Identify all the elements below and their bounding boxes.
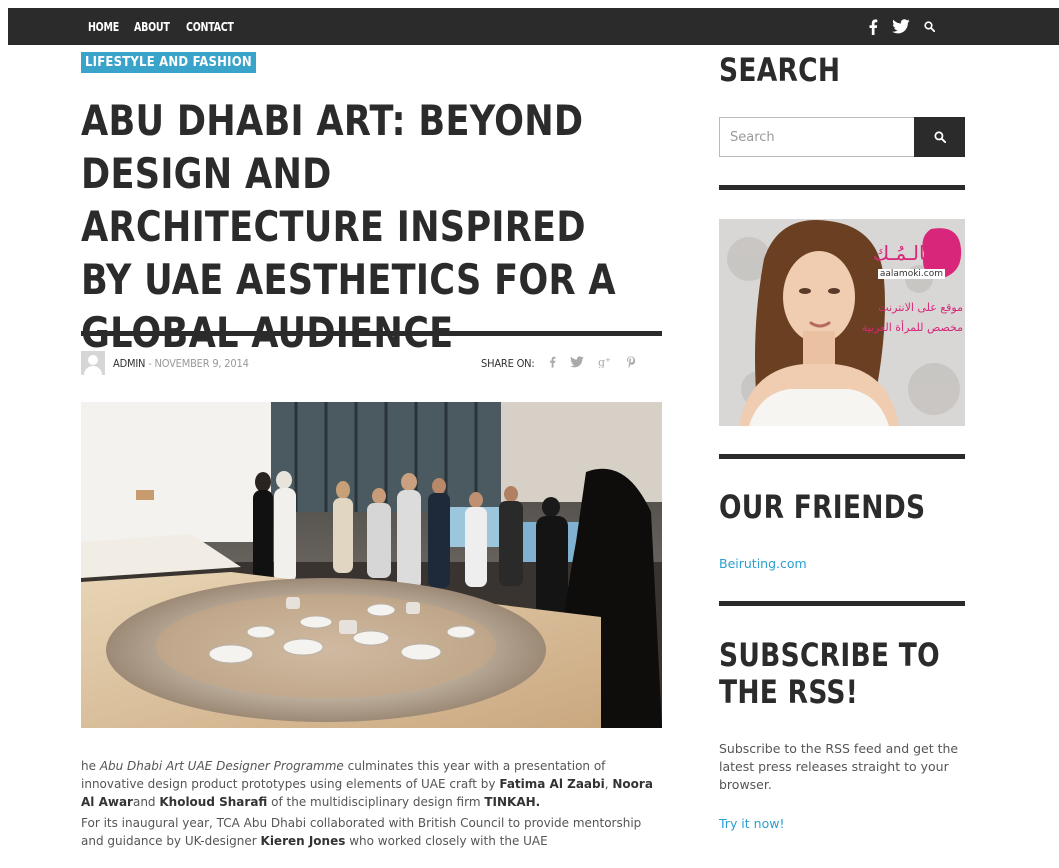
article-title: ABU DHABI ART: BEYOND DESIGN AND ARCHITE… (81, 96, 616, 357)
author-date: ADMIN - NOVEMBER 9, 2014 (113, 357, 249, 370)
facebook-icon[interactable] (549, 356, 556, 371)
ad-brand-arabic: عالـمُـك (872, 241, 937, 265)
search-widget-title: SEARCH (719, 51, 841, 89)
facebook-icon[interactable] (868, 19, 878, 35)
widget-divider (719, 454, 965, 459)
widget-divider (719, 185, 965, 190)
post-date: NOVEMBER 9, 2014 (154, 356, 249, 370)
ad-brand-latin: aalamoki.com (877, 269, 945, 279)
author-avatar (81, 351, 105, 375)
article-paragraph-1: he Abu Dhabi Art UAE Designer Programme … (81, 759, 653, 809)
svg-text:g: g (598, 356, 605, 368)
top-navbar: HOME ABOUT CONTACT (8, 8, 1059, 45)
nav-home-link[interactable]: HOME (88, 20, 119, 34)
search-input[interactable] (719, 117, 914, 157)
author-name[interactable]: ADMIN (113, 357, 145, 370)
search-icon[interactable] (924, 21, 935, 32)
main-nav: HOME ABOUT CONTACT (88, 8, 240, 45)
title-divider (81, 331, 662, 336)
social-links (868, 8, 935, 45)
designer-name: Kholoud Sharafi (159, 795, 268, 809)
twitter-icon[interactable] (569, 355, 584, 371)
ad-tagline-2: مخصص للمرأة العربية (861, 321, 963, 334)
share-bar: SHARE ON: g + (481, 351, 636, 375)
firm-name: TINKAH. (484, 795, 541, 809)
nav-contact-link[interactable]: CONTACT (186, 20, 234, 34)
designer-name: Fatima Al Zaabi (499, 777, 605, 791)
rss-description: Subscribe to the RSS feed and get the la… (719, 741, 959, 792)
mentor-name: Kieren Jones (260, 834, 346, 848)
svg-text:+: + (605, 356, 611, 364)
google-plus-icon[interactable]: g + (598, 356, 612, 371)
article-image (81, 402, 662, 728)
widget-divider (719, 601, 965, 606)
search-icon (933, 131, 946, 143)
article-paragraph-2: For its inaugural year, TCA Abu Dhabi co… (81, 816, 642, 848)
rss-widget-title-line-1: SUBSCRIBE TO (719, 636, 940, 674)
friends-widget-title: OUR FRIENDS (719, 488, 926, 526)
rss-widget-title-line-2: THE RSS! (719, 673, 859, 711)
search-submit-button[interactable] (914, 117, 965, 157)
category-badge[interactable]: LIFESTYLE AND FASHION (81, 52, 256, 73)
search-form (719, 117, 965, 157)
twitter-icon[interactable] (892, 19, 910, 34)
article-meta: ADMIN - NOVEMBER 9, 2014 (81, 351, 249, 375)
ad-tagline-1: موقع على الانترنت (878, 301, 963, 314)
pinterest-icon[interactable] (626, 356, 636, 371)
nav-about-link[interactable]: ABOUT (134, 20, 170, 34)
sidebar-ad-banner[interactable]: عالـمُـك aalamoki.com موقع على الانترنت … (719, 219, 965, 426)
meta-separator: - (145, 356, 155, 370)
friend-link-beiruting[interactable]: Beiruting.com (719, 556, 807, 571)
share-label: SHARE ON: (481, 356, 535, 370)
rss-try-link[interactable]: Try it now! (719, 816, 784, 831)
